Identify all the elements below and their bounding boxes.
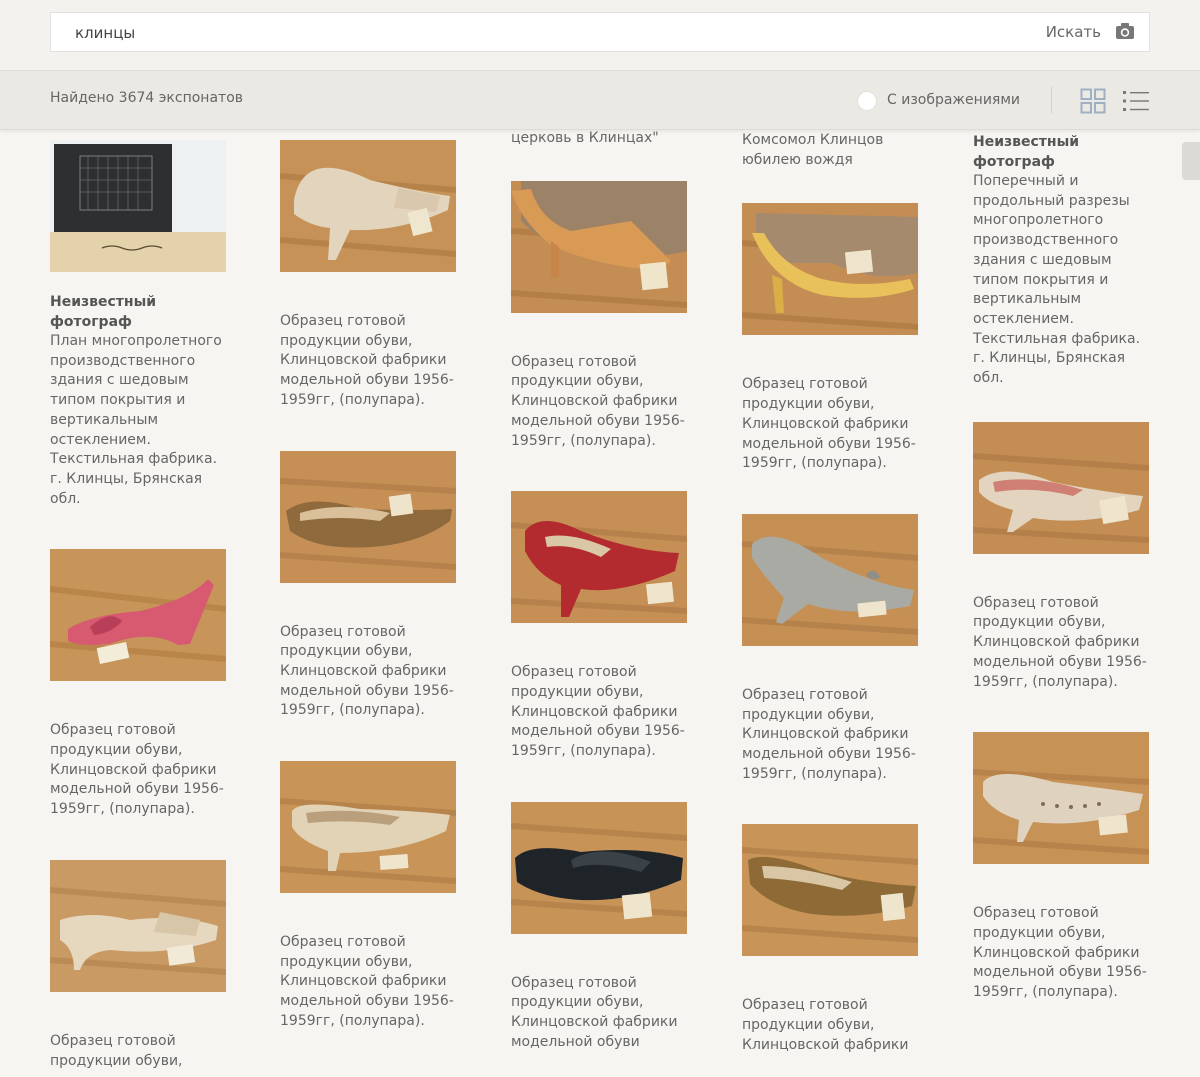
card-description: церковь в Клинцах" <box>511 130 659 146</box>
architectural-plan-photo[interactable] <box>50 140 226 272</box>
card-description: Комсомол Клинцов юбилею вождя <box>742 132 884 168</box>
grey-shoe-photo[interactable] <box>742 513 918 646</box>
brown-shoe-photo[interactable] <box>280 450 456 583</box>
images-only-toggle[interactable] <box>857 91 877 111</box>
card-description: Образец готовой продукции обуви, Клинцов… <box>742 997 909 1053</box>
exhibit-card[interactable]: Образец готовой продукции обуви, Клинцов… <box>50 549 230 820</box>
exhibit-card[interactable]: Образец готовой продукции обуви, Клинцов… <box>973 732 1153 1003</box>
card-description: Образец готовой продукции обуви, Клинцов… <box>973 905 1147 1001</box>
exhibit-card[interactable]: Образец готовой продукции обуви, Клинцов… <box>280 140 460 411</box>
exhibit-card[interactable]: Образец готовой продукции обуви, Клинцов… <box>511 801 691 1053</box>
gallery-column-3: церковь в Клинцах" Образец готовой проду… <box>511 129 691 1077</box>
exhibit-card[interactable]: Образец готовой продукции обуви, Клинцов… <box>742 824 922 1055</box>
exhibit-card[interactable]: Образец готовой продукции обуви, Клинцов… <box>280 761 460 1032</box>
card-description: Поперечный и продольный разрезы многопро… <box>973 173 1141 387</box>
card-description: Образец готовой продукции обуви, Клинцов… <box>973 594 1147 690</box>
olive-shoe-photo[interactable] <box>742 824 918 957</box>
light-perforated-shoe-photo[interactable] <box>973 732 1149 865</box>
search-input[interactable] <box>75 22 975 44</box>
card-description: Образец готовой продукции обуви, <box>50 1032 183 1069</box>
results-gallery: Неизвестный фотограф План многопролетног… <box>0 129 1200 1077</box>
beige-bow-shoe-photo[interactable] <box>973 421 1149 554</box>
card-description: Образец готовой продукции обуви, Клинцов… <box>511 974 678 1050</box>
bar-divider <box>1051 86 1052 114</box>
card-description: Образец готовой продукции обуви, Клинцов… <box>742 686 916 782</box>
exhibit-card[interactable]: Образец готовой продукции обуви, Клинцов… <box>973 421 1153 693</box>
card-description: Образец готовой продукции обуви, Клинцов… <box>280 623 454 719</box>
beige-perforated-shoe-photo[interactable] <box>50 859 226 992</box>
exhibit-card[interactable]: Образец готовой продукции обуви, Клинцов… <box>280 450 460 722</box>
search-button[interactable]: Искать <box>1046 23 1101 41</box>
card-description: Образец готовой продукции обуви, Клинцов… <box>511 664 685 760</box>
search-band: Искать <box>0 0 1200 70</box>
card-description: Образец готовой продукции обуви, Клинцов… <box>742 376 916 472</box>
black-shoe-photo[interactable] <box>511 801 687 934</box>
exhibit-card[interactable]: Образец готовой продукции обуви, Клинцов… <box>511 491 691 762</box>
card-author: Неизвестный фотограф <box>973 134 1080 170</box>
pink-shoe-photo[interactable] <box>50 549 226 682</box>
exhibit-card[interactable]: Неизвестный фотограф План многопролетног… <box>50 140 230 509</box>
results-count: Найдено 3674 экспонатов <box>50 90 244 106</box>
card-description: План многопролетного производственного з… <box>50 333 222 507</box>
card-description: Образец готовой продукции обуви, Клинцов… <box>280 934 454 1029</box>
exhibit-card[interactable]: Образец готовой продукции обуви, Клинцов… <box>742 513 922 785</box>
images-only-label[interactable]: С изображениями <box>887 92 1020 108</box>
results-bar: Найдено 3674 экспонатов С изображениями <box>0 70 1200 130</box>
card-author: Неизвестный фотограф <box>50 294 157 330</box>
grid-view-icon[interactable] <box>1080 88 1106 114</box>
beige-perforated-shoe-photo[interactable] <box>280 140 456 272</box>
camera-icon[interactable] <box>1115 22 1135 40</box>
exhibit-card[interactable]: Образец готовой продукции обуви, Клинцов… <box>511 180 691 452</box>
exhibit-card[interactable]: Образец готовой продукции обуви, Клинцов… <box>742 203 922 474</box>
card-description: Образец готовой продукции обуви, Клинцов… <box>511 353 685 449</box>
red-shoe-photo[interactable] <box>511 491 687 624</box>
card-description: Образец готовой продукции обуви, Клинцов… <box>50 722 224 818</box>
list-view-icon[interactable] <box>1122 89 1150 113</box>
exhibit-card[interactable]: Образец готовой продукции обуви, <box>50 859 230 1071</box>
yellow-sandal-photo[interactable] <box>742 203 918 336</box>
card-description: Образец готовой продукции обуви, Клинцов… <box>280 313 454 408</box>
gallery-column-2: Образец готовой продукции обуви, Клинцов… <box>280 140 460 1072</box>
tan-sandal-photo[interactable] <box>511 180 687 313</box>
search-box: Искать <box>50 12 1150 52</box>
gallery-column-1: Неизвестный фотограф План многопролетног… <box>50 140 230 1077</box>
exhibit-card[interactable]: Неизвестный фотограф Поперечный и продол… <box>973 132 1153 389</box>
gallery-column-5: Неизвестный фотограф Поперечный и продол… <box>973 132 1153 1043</box>
cream-shoe-photo[interactable] <box>280 761 456 894</box>
gallery-column-4: Комсомол Клинцов юбилею вождя Образец го… <box>742 131 922 1077</box>
